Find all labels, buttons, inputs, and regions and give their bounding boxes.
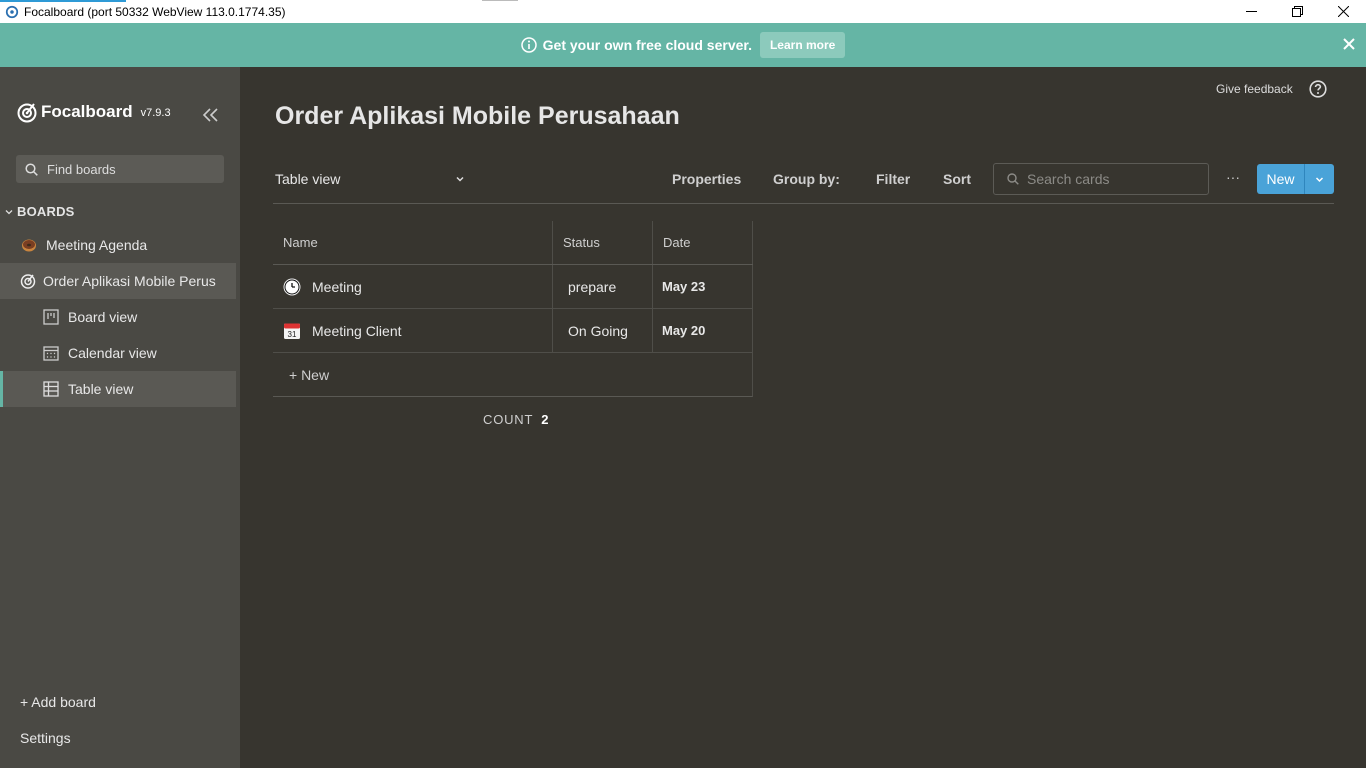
- window-titlebar: Focalboard (port 50332 WebView 113.0.177…: [0, 0, 1366, 23]
- more-options-icon[interactable]: ···: [1226, 169, 1240, 185]
- table-view-icon: [43, 381, 59, 397]
- restore-button[interactable]: [1274, 0, 1320, 23]
- sort-button[interactable]: Sort: [943, 171, 971, 187]
- brand-version: v7.9.3: [140, 107, 171, 119]
- info-icon: [520, 37, 537, 53]
- view-selector[interactable]: Table view: [275, 171, 465, 187]
- properties-button[interactable]: Properties: [672, 171, 741, 187]
- calendar-view-icon: [43, 345, 59, 361]
- row-name: Meeting Client: [312, 322, 402, 339]
- search-icon: [25, 162, 38, 176]
- row-date-cell[interactable]: May 23: [653, 265, 753, 308]
- focalboard-icon: [20, 273, 36, 289]
- row-date-cell[interactable]: May 20: [653, 309, 753, 352]
- table-header-row: Name Status Date: [273, 221, 753, 265]
- loading-bar: [0, 0, 126, 2]
- give-feedback-link[interactable]: Give feedback: [1216, 82, 1293, 96]
- boards-header-label: BOARDS: [17, 204, 75, 219]
- new-card-button-group: New: [1257, 164, 1334, 194]
- minimize-icon: [1245, 11, 1257, 12]
- chevron-down-icon: [5, 209, 13, 214]
- restore-icon: [1291, 6, 1303, 17]
- count-label: COUNT: [483, 412, 534, 427]
- row-status-cell[interactable]: On Going: [553, 309, 653, 352]
- group-by-button[interactable]: Group by:: [773, 171, 840, 187]
- chevron-down-icon: [456, 176, 464, 182]
- new-card-button[interactable]: New: [1257, 164, 1305, 194]
- column-header-date[interactable]: Date: [653, 221, 753, 264]
- donut-emoji-icon: [21, 237, 37, 253]
- toolbar-divider: [273, 203, 1334, 204]
- find-boards-input[interactable]: Find boards: [16, 155, 224, 183]
- brand-name: Focalboard: [41, 102, 133, 121]
- brand: Focalboard v7.9.3: [16, 101, 171, 123]
- clock-icon: [283, 278, 301, 295]
- boards-section-header[interactable]: BOARDS: [5, 204, 75, 219]
- search-cards-input[interactable]: Search cards: [993, 163, 1209, 195]
- focalboard-logo-icon: [17, 103, 37, 123]
- chevron-down-icon: [1315, 176, 1324, 182]
- new-dropdown-button[interactable]: [1305, 164, 1334, 194]
- view-selector-label: Table view: [275, 171, 341, 187]
- table-row[interactable]: Meeting prepare May 23: [273, 265, 753, 309]
- loading-bar-secondary: [482, 0, 518, 1]
- sidebar-item-label: Table view: [68, 381, 134, 397]
- focalboard-app-icon: [5, 5, 19, 18]
- sidebar-item-label: Meeting Agenda: [46, 237, 148, 253]
- table-count[interactable]: COUNT 2: [483, 412, 549, 427]
- help-icon[interactable]: [1309, 80, 1327, 98]
- table-row[interactable]: 31 Meeting Client On Going May 20: [273, 309, 753, 353]
- sidebar-item-board-view[interactable]: Board view: [0, 299, 236, 335]
- svg-text:31: 31: [288, 330, 297, 339]
- filter-button[interactable]: Filter: [876, 171, 910, 187]
- search-cards-placeholder: Search cards: [1027, 171, 1110, 187]
- search-icon: [1007, 173, 1019, 185]
- settings-button[interactable]: Settings: [20, 730, 71, 746]
- count-value: 2: [541, 412, 550, 427]
- sidebar-item-label: Calendar view: [68, 345, 157, 361]
- page-title[interactable]: Order Aplikasi Mobile Perusahaan: [275, 102, 680, 131]
- cloud-banner: Get your own free cloud server. Learn mo…: [0, 23, 1366, 67]
- sidebar-item-label: Order Aplikasi Mobile Perus: [43, 273, 216, 289]
- close-banner-icon[interactable]: [1342, 37, 1356, 51]
- row-status-cell[interactable]: prepare: [553, 265, 653, 308]
- column-header-status[interactable]: Status: [553, 221, 653, 264]
- add-new-row-button[interactable]: + New: [273, 353, 753, 397]
- collapse-sidebar-icon[interactable]: [202, 107, 220, 123]
- cards-table: Name Status Date Meeting prepare May 23 …: [273, 221, 753, 397]
- board-view-icon: [43, 309, 59, 325]
- sidebar-item-order-aplikasi[interactable]: Order Aplikasi Mobile Perus: [0, 263, 236, 299]
- sidebar-item-label: Board view: [68, 309, 138, 325]
- sidebar-item-table-view[interactable]: Table view: [0, 371, 236, 407]
- calendar-icon: 31: [284, 323, 300, 339]
- minimize-button[interactable]: [1228, 0, 1274, 23]
- find-boards-placeholder: Find boards: [47, 161, 116, 177]
- sidebar-item-calendar-view[interactable]: Calendar view: [0, 335, 236, 371]
- sidebar-item-meeting-agenda[interactable]: Meeting Agenda: [0, 227, 236, 263]
- column-header-name[interactable]: Name: [273, 221, 553, 264]
- add-board-button[interactable]: + Add board: [20, 694, 96, 710]
- row-name-cell[interactable]: 31 Meeting Client: [273, 309, 553, 352]
- row-name-cell[interactable]: Meeting: [273, 265, 553, 308]
- window-title: Focalboard (port 50332 WebView 113.0.177…: [24, 4, 286, 19]
- row-name: Meeting: [312, 278, 362, 295]
- banner-message: Get your own free cloud server.: [542, 37, 752, 53]
- close-icon: [1337, 6, 1349, 17]
- learn-more-button[interactable]: Learn more: [759, 32, 846, 58]
- sidebar: Focalboard v7.9.3 Find boards BOARDS Mee…: [0, 67, 240, 768]
- close-window-button[interactable]: [1320, 0, 1366, 23]
